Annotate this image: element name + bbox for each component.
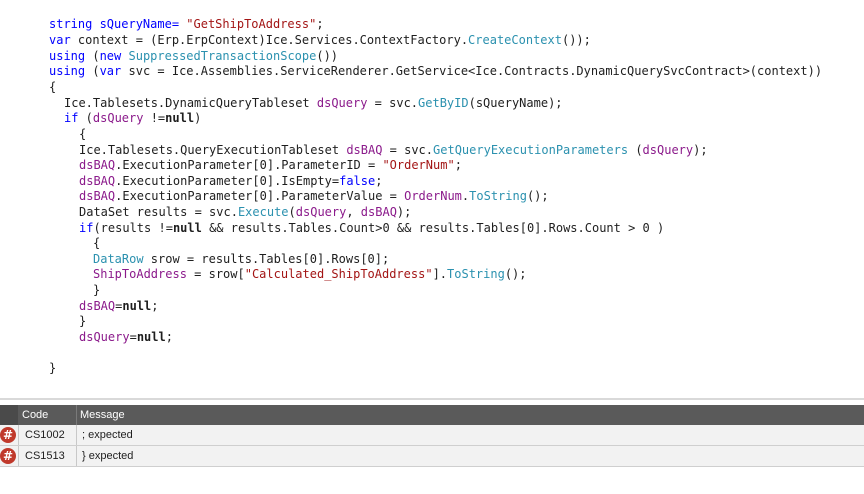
error-row[interactable]: # CS1002 ; expected — [0, 425, 864, 446]
error-message: } expected — [82, 450, 134, 462]
code-line: dsBAQ=null; — [79, 299, 159, 313]
column-divider — [18, 446, 19, 466]
error-code: CS1513 — [25, 450, 65, 462]
code-line: { — [49, 80, 57, 94]
code-line: if(results !=null && results.Tables.Coun… — [79, 221, 665, 235]
code-line: string sQueryName= "GetShipToAddress"; — [49, 17, 324, 31]
code-line: dsBAQ.ExecutionParameter[0].ParameterID … — [79, 158, 462, 172]
code-line: dsBAQ.ExecutionParameter[0].IsEmpty=fals… — [79, 174, 383, 188]
code-line: using (new SuppressedTransactionScope()) — [49, 49, 339, 63]
code-line: { — [79, 127, 87, 141]
code-line: DataSet results = svc.Execute(dsQuery, d… — [79, 205, 412, 219]
code-line: } — [49, 361, 57, 375]
error-icon: # — [0, 427, 16, 443]
error-list-panel: Code Message # CS1002 ; expected # CS151… — [0, 405, 864, 494]
code-editor[interactable]: string sQueryName= "GetShipToAddress"; v… — [0, 0, 864, 398]
error-message: ; expected — [82, 429, 133, 441]
code-line: dsQuery=null; — [79, 330, 173, 344]
column-header-message[interactable]: Message — [76, 405, 864, 425]
column-divider — [18, 425, 19, 445]
error-row[interactable]: # CS1513 } expected — [0, 446, 864, 467]
error-code: CS1002 — [25, 429, 65, 441]
column-divider — [76, 446, 77, 466]
column-divider — [76, 425, 77, 445]
column-header-code[interactable]: Code — [18, 405, 76, 425]
code-line: } — [79, 314, 87, 328]
error-icon: # — [0, 448, 16, 464]
panel-splitter[interactable] — [0, 398, 864, 400]
code-line: dsBAQ.ExecutionParameter[0].ParameterVal… — [79, 189, 549, 203]
code-line: Ice.Tablesets.DynamicQueryTableset dsQue… — [64, 96, 563, 110]
code-line: ShipToAddress = srow["Calculated_ShipToA… — [93, 267, 527, 281]
header-corner — [0, 405, 18, 425]
error-list-header: Code Message — [0, 405, 864, 425]
code-line: { — [93, 236, 101, 250]
code-line: if (dsQuery !=null) — [64, 111, 202, 125]
code-line: DataRow srow = results.Tables[0].Rows[0]… — [93, 252, 390, 266]
code-line: using (var svc = Ice.Assemblies.ServiceR… — [49, 64, 823, 78]
code-line: } — [93, 283, 101, 297]
code-line: var context = (Erp.ErpContext)Ice.Servic… — [49, 33, 591, 47]
code-line: Ice.Tablesets.QueryExecutionTableset dsB… — [79, 143, 708, 157]
